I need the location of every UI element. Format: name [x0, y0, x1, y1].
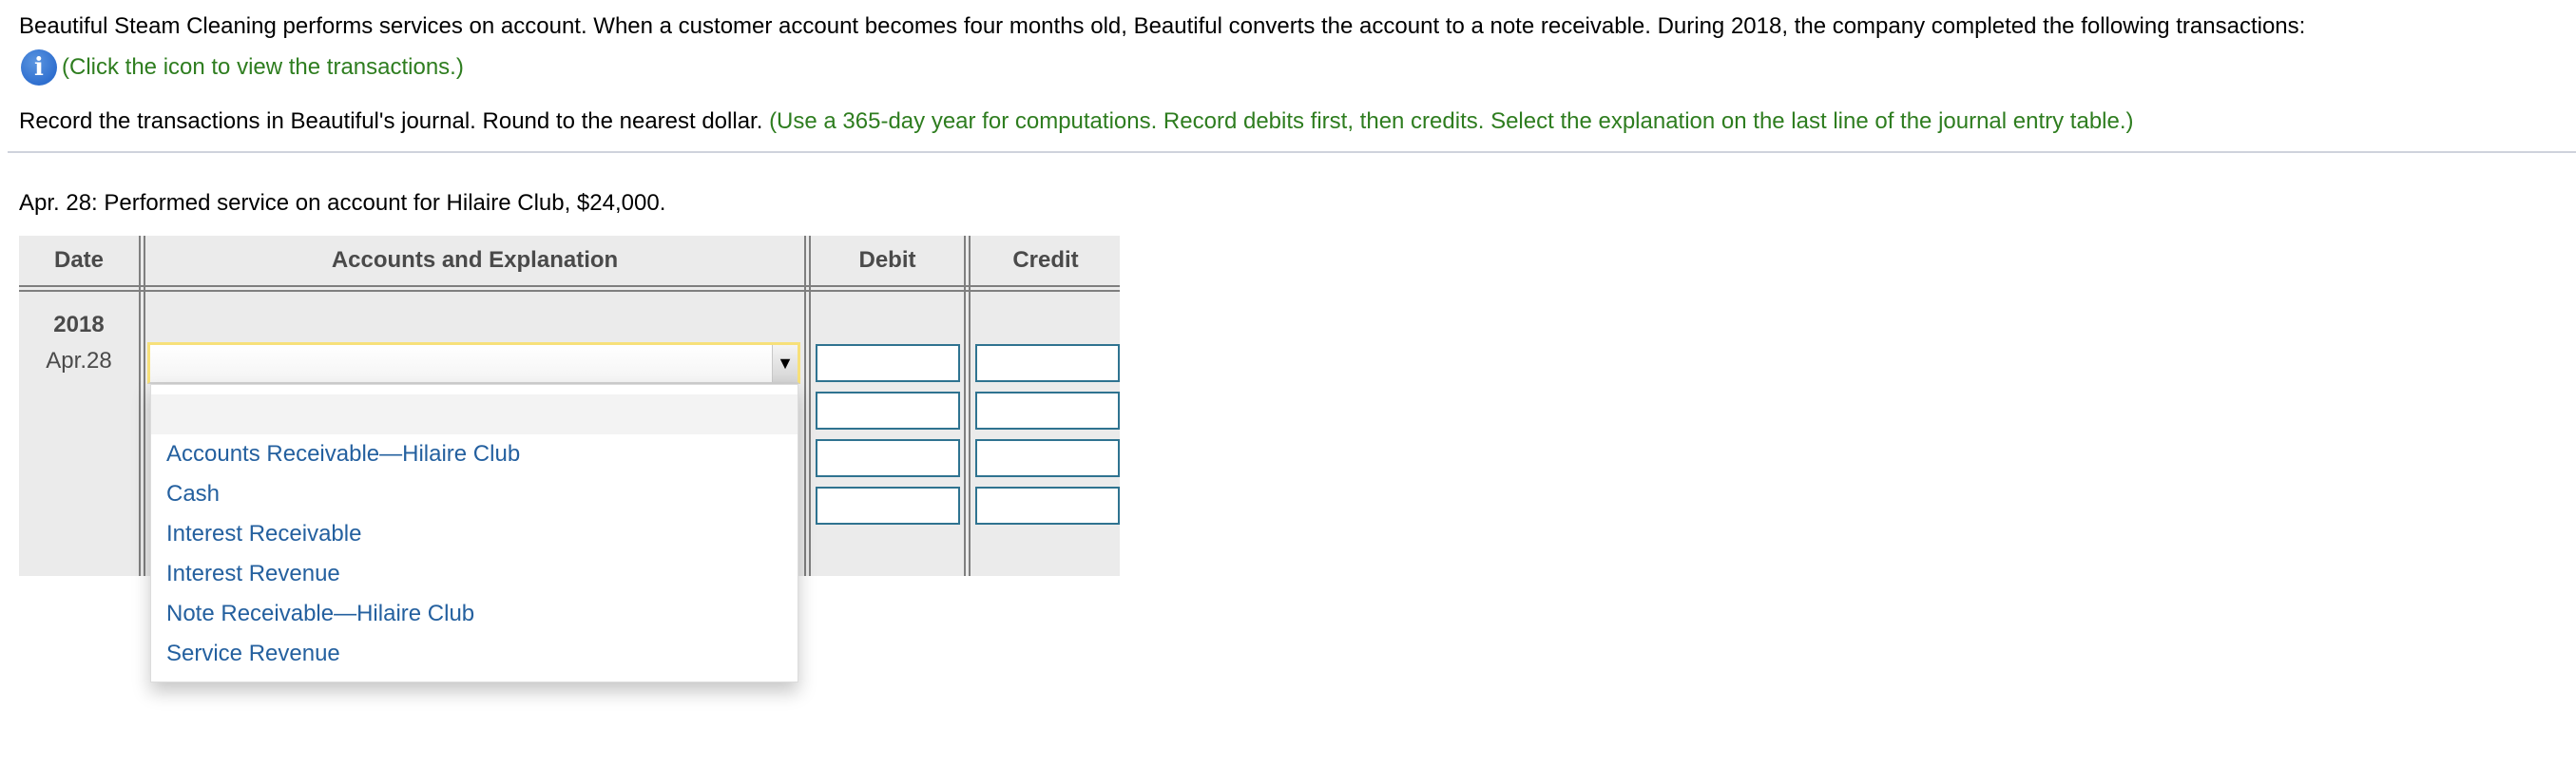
dropdown-option-blank[interactable]	[151, 394, 798, 434]
transaction-description: Apr. 28: Performed service on account fo…	[19, 190, 666, 216]
info-line: i (Click the icon to view the transactio…	[21, 49, 464, 86]
credit-input-3[interactable]	[975, 439, 1120, 477]
debit-input-4[interactable]	[816, 487, 960, 525]
dropdown-option[interactable]: Accounts Receivable—Hilaire Club	[166, 434, 798, 474]
header-debit: Debit	[858, 247, 916, 273]
dropdown-option[interactable]: Note Receivable—Hilaire Club	[166, 594, 798, 634]
credit-input-4[interactable]	[975, 487, 1120, 525]
header-accounts: Accounts and Explanation	[331, 247, 619, 273]
dropdown-option[interactable]: Cash	[166, 474, 798, 514]
column-divider	[964, 236, 971, 576]
credit-input-2[interactable]	[975, 392, 1120, 430]
credit-input-1[interactable]	[975, 344, 1120, 382]
instructions: Record the transactions in Beautiful's j…	[19, 108, 2134, 135]
problem-intro: Beautiful Steam Cleaning performs servic…	[19, 13, 2306, 39]
header-divider	[19, 285, 1120, 292]
info-icon[interactable]: i	[21, 49, 57, 86]
debit-input-1[interactable]	[816, 344, 960, 382]
dropdown-option[interactable]: Interest Revenue	[166, 554, 798, 594]
chevron-down-icon[interactable]: ▼	[772, 345, 798, 382]
account-select[interactable]: ▼	[147, 342, 800, 384]
entry-year: 2018	[53, 312, 105, 337]
instruction-main: Record the transactions in Beautiful's j…	[19, 108, 763, 134]
entry-date: Apr.28	[46, 348, 112, 374]
account-dropdown-list: Accounts Receivable—Hilaire Club Cash In…	[150, 384, 798, 682]
instruction-note: (Use a 365-day year for computations. Re…	[769, 108, 2134, 134]
debit-input-2[interactable]	[816, 392, 960, 430]
view-transactions-link[interactable]: (Click the icon to view the transactions…	[62, 54, 464, 81]
dropdown-option[interactable]: Interest Receivable	[166, 514, 798, 554]
dropdown-option[interactable]: Service Revenue	[166, 634, 798, 674]
section-divider	[8, 151, 2576, 153]
column-divider	[804, 236, 811, 576]
column-divider	[139, 236, 145, 576]
header-date: Date	[53, 247, 105, 273]
debit-input-3[interactable]	[816, 439, 960, 477]
header-credit: Credit	[1012, 247, 1079, 273]
